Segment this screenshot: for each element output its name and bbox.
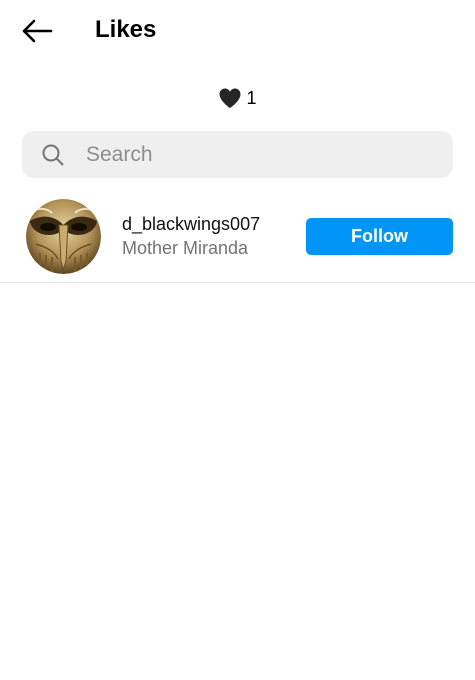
back-button[interactable] xyxy=(20,16,54,46)
header: Likes xyxy=(0,0,475,62)
likes-summary: 1 xyxy=(0,86,475,110)
search-bar[interactable] xyxy=(22,131,453,178)
search-icon xyxy=(42,144,64,165)
likes-screen: Likes 1 Search d_blackwings007 Mother Mi… xyxy=(0,0,475,680)
user-info: d_blackwings007 Mother Miranda xyxy=(122,212,260,260)
full-name: Mother Miranda xyxy=(122,238,249,258)
follow-button[interactable]: Follow xyxy=(306,218,453,255)
likes-count: 1 xyxy=(246,88,257,108)
avatar[interactable] xyxy=(26,199,101,274)
search-input[interactable] xyxy=(84,141,418,168)
heart-icon xyxy=(219,88,241,108)
arrow-left-icon xyxy=(22,19,53,43)
page-title: Likes xyxy=(95,16,157,43)
list-item[interactable]: d_blackwings007 Mother Miranda Follow xyxy=(0,194,475,283)
golden-mask-avatar xyxy=(26,199,101,274)
username[interactable]: d_blackwings007 xyxy=(122,212,260,236)
